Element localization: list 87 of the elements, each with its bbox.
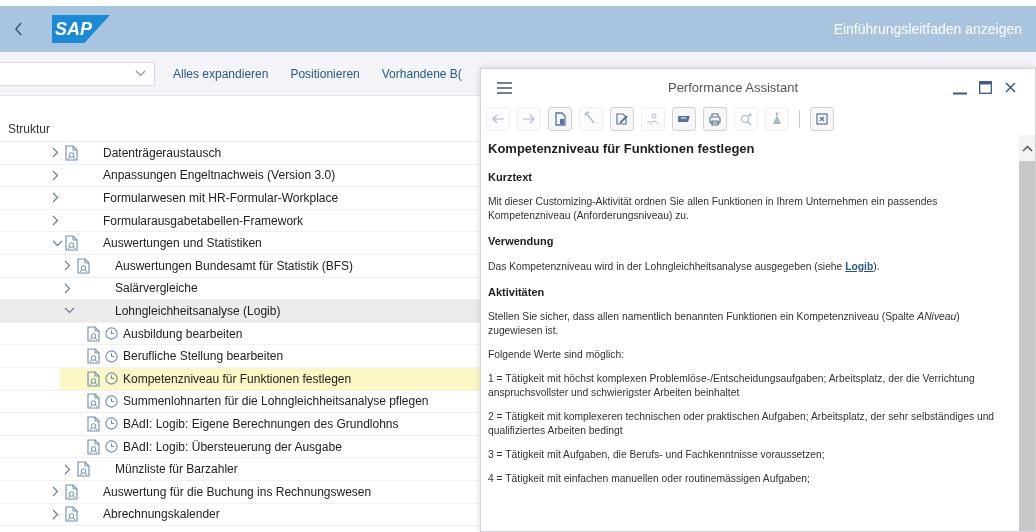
document-icon [64, 483, 79, 500]
chevron-right-icon[interactable] [52, 486, 59, 498]
toolbar-button[interactable]: Vorhandene B( [381, 64, 462, 83]
page-title: Einführungsleitfaden anzeigen [833, 19, 1022, 39]
tree-item[interactable]: Auswertungen Bundesamt für Statistik (BFS) [0, 254, 480, 278]
paragraph: Folgende Werte sind möglich: [488, 348, 626, 362]
toolbar-button[interactable] [703, 107, 727, 131]
tree-item[interactable]: BAdI: Logib: Übersteuerung der Ausgabe [0, 435, 480, 459]
clock-icon [105, 440, 118, 453]
clock-icon [105, 417, 118, 431]
clock-icon [105, 394, 118, 408]
sap-logo: SAP [52, 15, 110, 43]
clock-icon [105, 372, 118, 386]
pencil-icon [614, 111, 630, 127]
toolbar-button[interactable] [548, 107, 572, 131]
chevron-right-icon[interactable] [52, 147, 59, 159]
chevron-right-icon[interactable] [64, 260, 71, 272]
scroll-up-icon[interactable] [1021, 144, 1033, 152]
toolbar-button[interactable] [672, 107, 696, 131]
chevron-down-icon[interactable] [64, 307, 75, 315]
paragraph: Das Kompetenzniveau wird in der Lohngleichheitsanalyse ausgegeben (siehe Logib). [488, 259, 881, 274]
maximize-icon [979, 81, 992, 94]
chevron-right-icon[interactable] [52, 508, 59, 520]
paragraph: Mit dieser Customizing-Aktivität ordnen Sie allen Funktionen in Ihrem Unternehmen ein passendes Kompetenzniveau (Anforderungsniveau) zu. [488, 195, 939, 223]
link[interactable]: Logib [845, 260, 874, 272]
maximize-button[interactable] [979, 80, 993, 95]
chevron-right-icon[interactable] [64, 463, 71, 475]
clock-icon [105, 327, 118, 341]
document-icon [86, 415, 101, 432]
close-icon [1005, 82, 1016, 93]
paragraph: 4 = Tätigkeit mit einfachen manuellen oder routinemässigen Aufgaben; [488, 472, 811, 486]
tree-item[interactable]: Ausbildung bearbeiten [0, 322, 480, 346]
menu-icon [497, 81, 512, 94]
tree-item[interactable]: Kompetenzniveau für Funktionen festlegen [0, 367, 480, 391]
tree-item[interactable]: Formularwesen mit HR-Formular-Workplace [0, 187, 480, 210]
tree-item[interactable]: Münzliste für Barzahler [0, 458, 480, 481]
document-icon [86, 348, 101, 365]
tree-item[interactable]: Anpassungen Engeltnachweis (Version 3.0) [0, 164, 480, 188]
document-icon [64, 144, 79, 161]
chevron-right-icon[interactable] [64, 282, 71, 294]
paragraph: 2 = Tätigkeit mit komplexeren technischen oder praktischen Aufgaben; Arbeitsplatz, der sehr selbständiges und qualifiziertes Arbeiten bedingt [488, 410, 996, 438]
toolbar-button[interactable] [610, 107, 634, 131]
document-icon [76, 461, 91, 478]
menu-button[interactable] [497, 80, 513, 95]
clock-icon [105, 349, 118, 363]
tree-item[interactable]: Datenträgeraustausch [0, 142, 480, 165]
toolbar-button[interactable] [810, 107, 834, 131]
tree-item[interactable]: BAdI: Logib: Eigene Berechnungen des Grundlohns [0, 413, 480, 436]
chevron-right-icon[interactable] [52, 192, 59, 204]
paragraph: 3 = Tätigkeit mit Aufgaben, die Berufs- und Fachkenntnisse voraussetzen; [488, 448, 826, 462]
tree-item[interactable]: Lohngleichheitsanalyse (Logib) [0, 300, 480, 323]
toolbar-button[interactable]: Alles expandieren [173, 64, 269, 83]
subheading: Aktivitäten [488, 284, 546, 300]
document-icon [552, 111, 568, 127]
tree-item[interactable]: Summenlohnarten für die Lohngleichheitsanalyse pflegen [0, 390, 480, 414]
column-heading: Struktur [8, 120, 50, 138]
tree-item[interactable]: Berufliche Stellung bearbeiten [0, 345, 480, 368]
paragraph: Stellen Sie sicher, dass allen namentlich benannten Funktionen ein Kompetenzniveau (Spalte ANiveau) zugewiesen ist. [488, 310, 961, 338]
document-icon [76, 257, 91, 274]
subheading: Kurztext [488, 169, 533, 185]
dropdown-field[interactable] [0, 61, 155, 86]
tree-item[interactable]: Abrechnungskalender [0, 503, 480, 527]
section-heading: Kompetenzniveau für Funktionen festlegen [488, 140, 756, 158]
paragraph: 1 = Tätigkeit mit höchst komplexen Problemlöse-/Entscheidungsaufgaben; Arbeitsplatz, der die Verrichtung anspruchsvollster und schwierigster Arbeiten beinhaltet [488, 372, 976, 400]
chevron-right-icon[interactable] [52, 215, 59, 227]
zoom-in-icon [738, 111, 754, 127]
tree-item[interactable]: Formularausgabetabellen-Framework [0, 209, 480, 233]
tree-item[interactable]: Auswertung für die Buchung ins Rechnungswesen [0, 480, 480, 504]
chevron-down-icon [135, 70, 146, 77]
close-button[interactable] [1005, 81, 1017, 94]
document-icon [86, 438, 101, 455]
tree-item[interactable]: Auswertungen und Statistiken [0, 232, 480, 255]
chevron-right-icon[interactable] [52, 169, 59, 181]
document-icon [64, 506, 79, 523]
close-box-icon [814, 111, 830, 127]
document-icon [86, 370, 101, 387]
minimize-icon [953, 91, 967, 95]
document-icon [64, 235, 79, 252]
person-icon [645, 111, 661, 127]
document-icon [86, 393, 101, 410]
chevron-down-icon[interactable] [52, 239, 63, 247]
subheading: Verwendung [488, 234, 555, 249]
dialog-title: Performance Assistant [667, 78, 799, 97]
toolbar-button[interactable]: Positionieren [290, 64, 360, 83]
back-icon [13, 22, 23, 36]
printer-icon [707, 111, 723, 127]
document-icon [86, 325, 101, 342]
